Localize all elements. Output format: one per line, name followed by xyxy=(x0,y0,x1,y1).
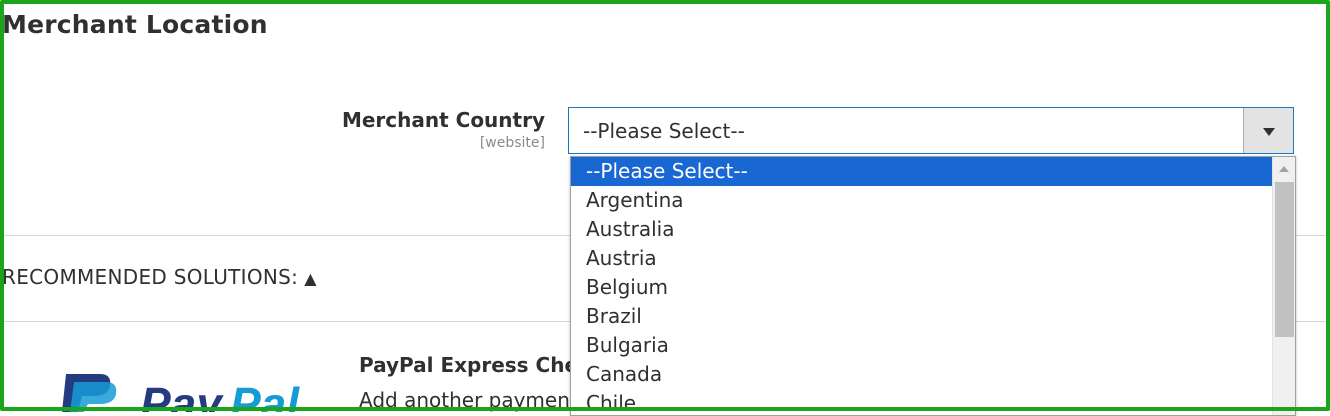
recommended-solutions-toggle[interactable]: RECOMMENDED SOLUTIONS: ▲ xyxy=(2,265,317,289)
caret-up-icon: ▲ xyxy=(304,269,317,288)
dropdown-option[interactable]: Austria xyxy=(571,244,1272,273)
paypal-logo: Pay Pal xyxy=(60,372,340,412)
scope-label: [website] xyxy=(479,135,545,151)
country-dropdown-list[interactable]: --Please Select-- Argentina Australia Austr… xyxy=(570,156,1296,416)
select-value: --Please Select-- xyxy=(583,119,745,143)
scroll-up-arrow-icon[interactable] xyxy=(1279,166,1289,172)
merchant-country-select[interactable]: --Please Select-- xyxy=(568,107,1294,154)
dropdown-option[interactable]: Brazil xyxy=(571,302,1272,331)
dropdown-option[interactable]: Belgium xyxy=(571,273,1272,302)
recommended-label: RECOMMENDED SOLUTIONS: xyxy=(2,265,299,289)
divider xyxy=(1296,321,1326,322)
chevron-down-icon xyxy=(1263,128,1275,136)
merchant-country-label: Merchant Country xyxy=(341,108,545,132)
dropdown-button[interactable] xyxy=(1243,108,1293,153)
divider xyxy=(0,235,570,236)
dropdown-option[interactable]: --Please Select-- xyxy=(571,157,1272,186)
svg-text:Pal: Pal xyxy=(230,378,300,412)
divider xyxy=(0,321,570,322)
dropdown-option[interactable]: Australia xyxy=(571,215,1272,244)
scrollbar-thumb[interactable] xyxy=(1275,182,1294,337)
section-title: Merchant Location xyxy=(2,10,268,39)
dropdown-option[interactable]: Bulgaria xyxy=(571,331,1272,360)
dropdown-option[interactable]: Argentina xyxy=(571,186,1272,215)
divider xyxy=(1296,235,1326,236)
scrollbar[interactable] xyxy=(1272,157,1295,415)
svg-text:Pay: Pay xyxy=(140,378,224,412)
dropdown-option[interactable]: Canada xyxy=(571,360,1272,389)
dropdown-option[interactable]: Chile xyxy=(571,389,1272,415)
paypal-express-title: PayPal Express Chec xyxy=(359,353,590,377)
paypal-express-description: Add another payment xyxy=(359,388,578,412)
